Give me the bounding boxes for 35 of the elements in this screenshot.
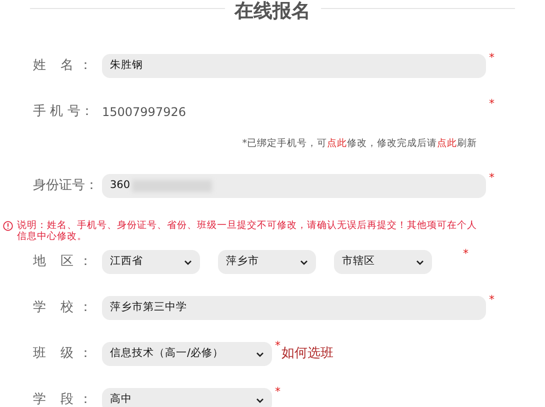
field-label: 学 校： [33,299,92,318]
field-label: 身份证号： [33,177,92,196]
warning-text: 说明：姓名、手机号、身份证号、省份、班级一旦提交不可修改，请确认无误后再提交！其他项可在个人信息中心修改。 [17,220,478,244]
link[interactable]: 如何选班 [282,344,334,364]
select-field[interactable]: 萍乡市 [218,250,316,274]
input-field[interactable]: 朱胜钢 [102,54,486,78]
required-mark: * [463,246,468,262]
caret-icon [300,260,308,264]
required-mark: * [275,338,280,354]
page-title: 在线报名 [234,0,310,22]
field-label: 班 级： [33,345,92,364]
required-mark: * [489,170,494,186]
required-mark: * [489,292,494,308]
caret-icon [256,398,264,402]
caret-icon [416,260,424,264]
warning-icon [3,221,13,231]
link[interactable]: 点此 [327,138,347,149]
required-mark: * [489,50,494,66]
field-label: 姓 名： [33,57,92,76]
input-field[interactable]: 360 [102,174,486,198]
field-label: 地 区： [33,253,92,272]
note-text: *已绑定手机号，可点此修改，修改完成后请点此刷新 [242,138,477,149]
field-label: 手 机 号： [33,103,92,122]
caret-icon [256,352,264,356]
select-field[interactable]: 信息技术（高一/必修） [102,342,272,366]
input-field[interactable]: 萍乡市第三中学 [102,296,486,320]
select-field[interactable]: 高中 [102,388,272,407]
required-mark: * [275,384,280,400]
link[interactable]: 点此 [437,138,457,149]
caret-icon [184,260,192,264]
required-mark: * [489,96,494,112]
field-label: 学 段： [33,391,92,407]
field-value: 15007997926 [102,104,187,121]
select-field[interactable]: 市辖区 [334,250,432,274]
select-field[interactable]: 江西省 [102,250,200,274]
